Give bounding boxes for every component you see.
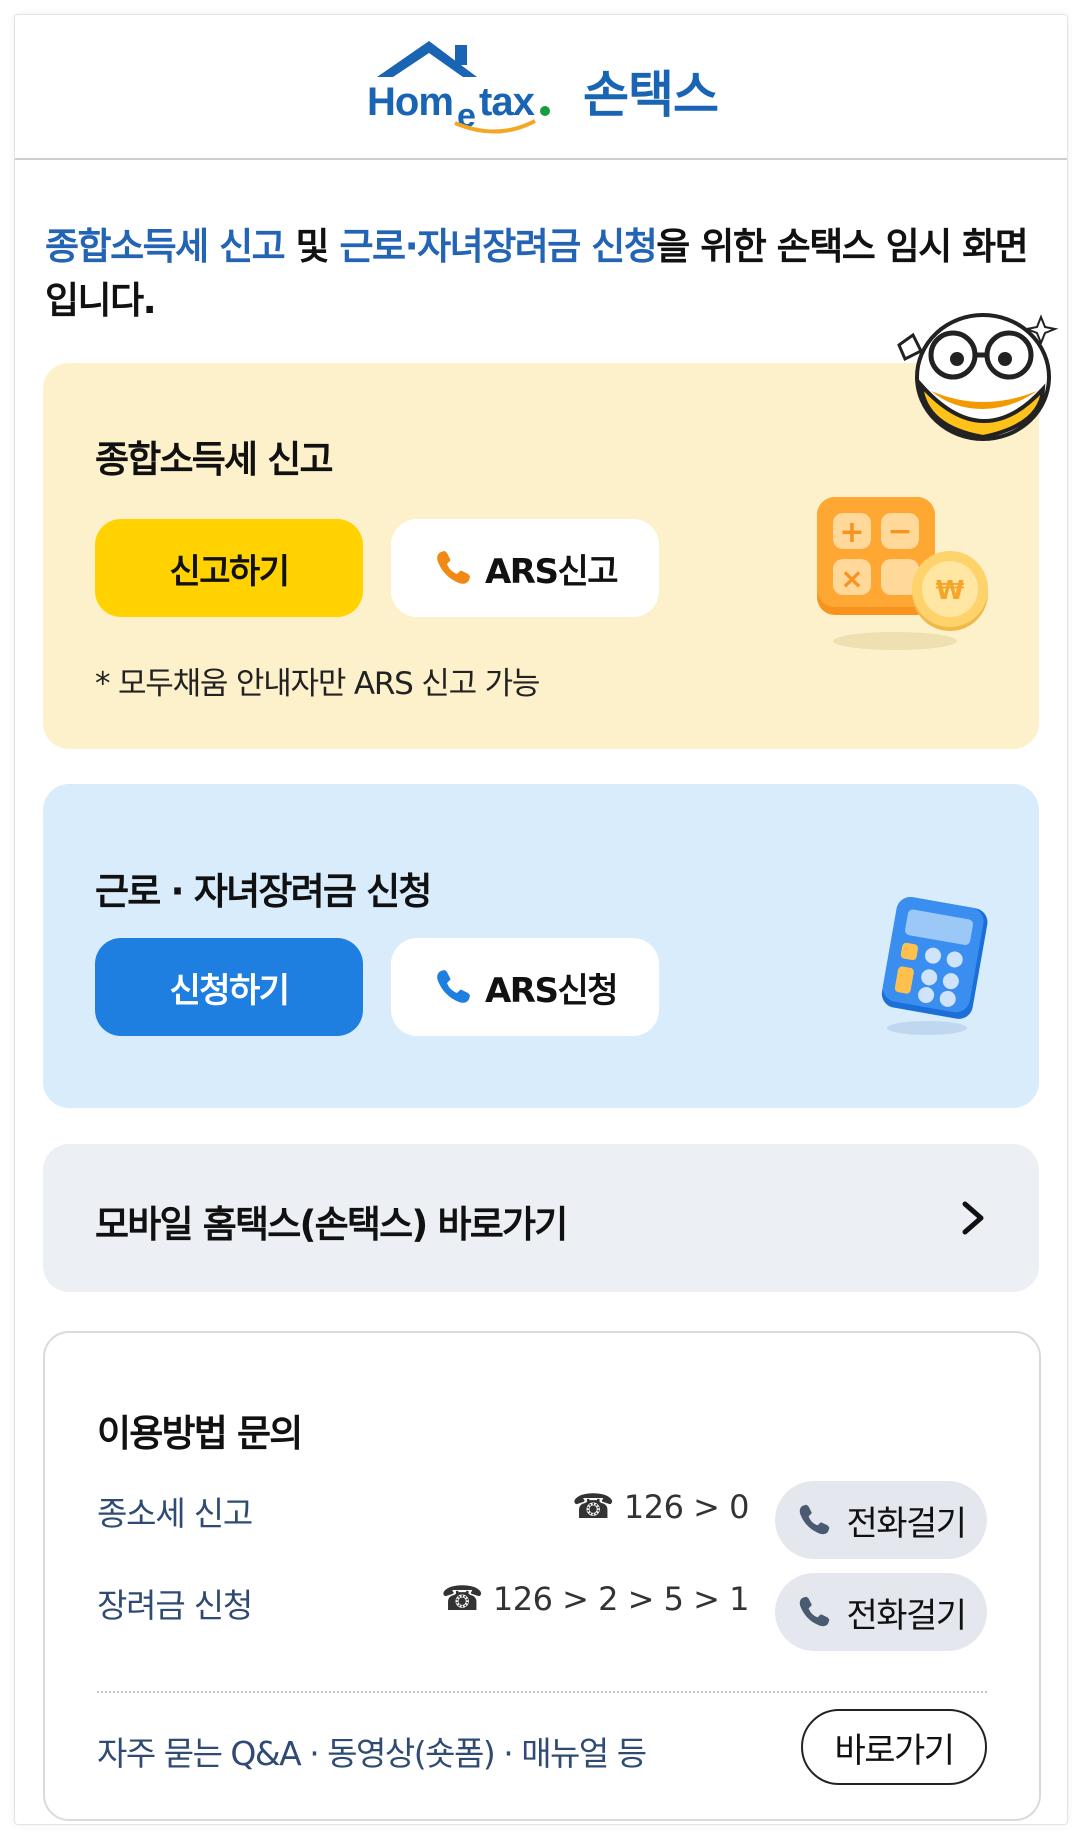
page-frame: Hom e tax 손택스 종합소득세 신고 및 근로·자녀장려금 신청을 위한… bbox=[14, 14, 1068, 1825]
ars-apply-button[interactable]: ARS신청 bbox=[391, 938, 659, 1036]
intro-highlight-income-tax: 종합소득세 신고 bbox=[45, 225, 286, 268]
phone-icon bbox=[437, 970, 470, 1003]
ars-file-button[interactable]: ARS신고 bbox=[391, 519, 659, 617]
inquiry-row-label: 종소세 신고 bbox=[97, 1494, 253, 1533]
inquiry-number-text: 126 > 0 bbox=[623, 1488, 750, 1526]
chevron-right-icon bbox=[962, 1201, 984, 1235]
hometax-logo[interactable]: Hom e tax 손택스 bbox=[367, 37, 727, 137]
inquiry-row-label: 장려금 신청 bbox=[97, 1586, 253, 1625]
mobile-hometax-link[interactable]: 모바일 홈택스(손택스) 바로가기 bbox=[43, 1144, 1039, 1292]
call-button-label: 전화걸기 bbox=[846, 1595, 967, 1636]
telephone-icon: ☎ bbox=[572, 1487, 614, 1527]
call-button[interactable]: 전화걸기 bbox=[775, 1481, 987, 1559]
intro-connector: 및 bbox=[284, 225, 340, 268]
svg-text:+: + bbox=[839, 515, 864, 550]
svg-text:Hom: Hom bbox=[367, 80, 453, 124]
svg-text:−: − bbox=[887, 514, 912, 549]
calculator-icon bbox=[881, 897, 988, 1035]
svg-text:×: × bbox=[840, 562, 863, 595]
calculator-coin-icon: + − × ₩ bbox=[817, 497, 988, 650]
hometax-logo-mark: Hom e tax bbox=[367, 41, 550, 135]
divider bbox=[97, 1691, 987, 1693]
inquiry-number-text: 126 > 2 > 5 > 1 bbox=[492, 1580, 750, 1618]
telephone-icon: ☎ bbox=[441, 1579, 483, 1619]
faq-label: 자주 묻는 Q&A · 동영상(숏폼) · 매뉴얼 등 bbox=[97, 1734, 647, 1773]
phone-icon bbox=[437, 551, 470, 584]
ars-file-button-label: ARS신고 bbox=[484, 551, 619, 592]
svg-text:₩: ₩ bbox=[936, 576, 965, 606]
call-button[interactable]: 전화걸기 bbox=[775, 1573, 987, 1651]
app-header: Hom e tax 손택스 bbox=[15, 15, 1067, 160]
inquiry-title: 이용방법 문의 bbox=[97, 1412, 303, 1455]
faq-goto-button[interactable]: 바로가기 bbox=[801, 1709, 987, 1785]
inquiry-row-number: ☎ 126 > 0 bbox=[572, 1487, 749, 1527]
income-tax-card-title: 종합소득세 신고 bbox=[95, 438, 334, 481]
file-tax-button[interactable]: 신고하기 bbox=[95, 519, 363, 617]
ars-note: * 모두채움 안내자만 ARS 신고 가능 bbox=[95, 666, 540, 702]
svg-text:tax: tax bbox=[479, 80, 535, 124]
mascot-icon bbox=[897, 313, 1059, 441]
phone-icon bbox=[800, 1504, 830, 1535]
reward-card-title: 근로 · 자녀장려금 신청 bbox=[95, 870, 432, 913]
phone-icon bbox=[800, 1596, 830, 1627]
mobile-hometax-link-label: 모바일 홈택스(손택스) 바로가기 bbox=[95, 1203, 568, 1246]
intro-highlight-reward: 근로·자녀장려금 신청 bbox=[339, 225, 657, 268]
brand-name: 손택스 bbox=[583, 66, 719, 124]
apply-reward-button[interactable]: 신청하기 bbox=[95, 938, 363, 1036]
intro-text: 종합소득세 신고 및 근로·자녀장려금 신청을 위한 손택스 임시 화면입니다. bbox=[45, 220, 1035, 328]
inquiry-row-number: ☎ 126 > 2 > 5 > 1 bbox=[441, 1579, 749, 1619]
reward-card: 근로 · 자녀장려금 신청 신청하기 ARS신청 bbox=[43, 784, 1039, 1108]
call-button-label: 전화걸기 bbox=[846, 1503, 967, 1544]
ars-apply-button-label: ARS신청 bbox=[484, 970, 619, 1011]
inquiry-box: 이용방법 문의 종소세 신고 ☎ 126 > 0 전화걸기 장려금 신청 ☎ 1… bbox=[43, 1331, 1041, 1821]
income-tax-card: 종합소득세 신고 신고하기 ARS신고 * 모두채움 안내자만 ARS 신고 가… bbox=[43, 363, 1039, 749]
